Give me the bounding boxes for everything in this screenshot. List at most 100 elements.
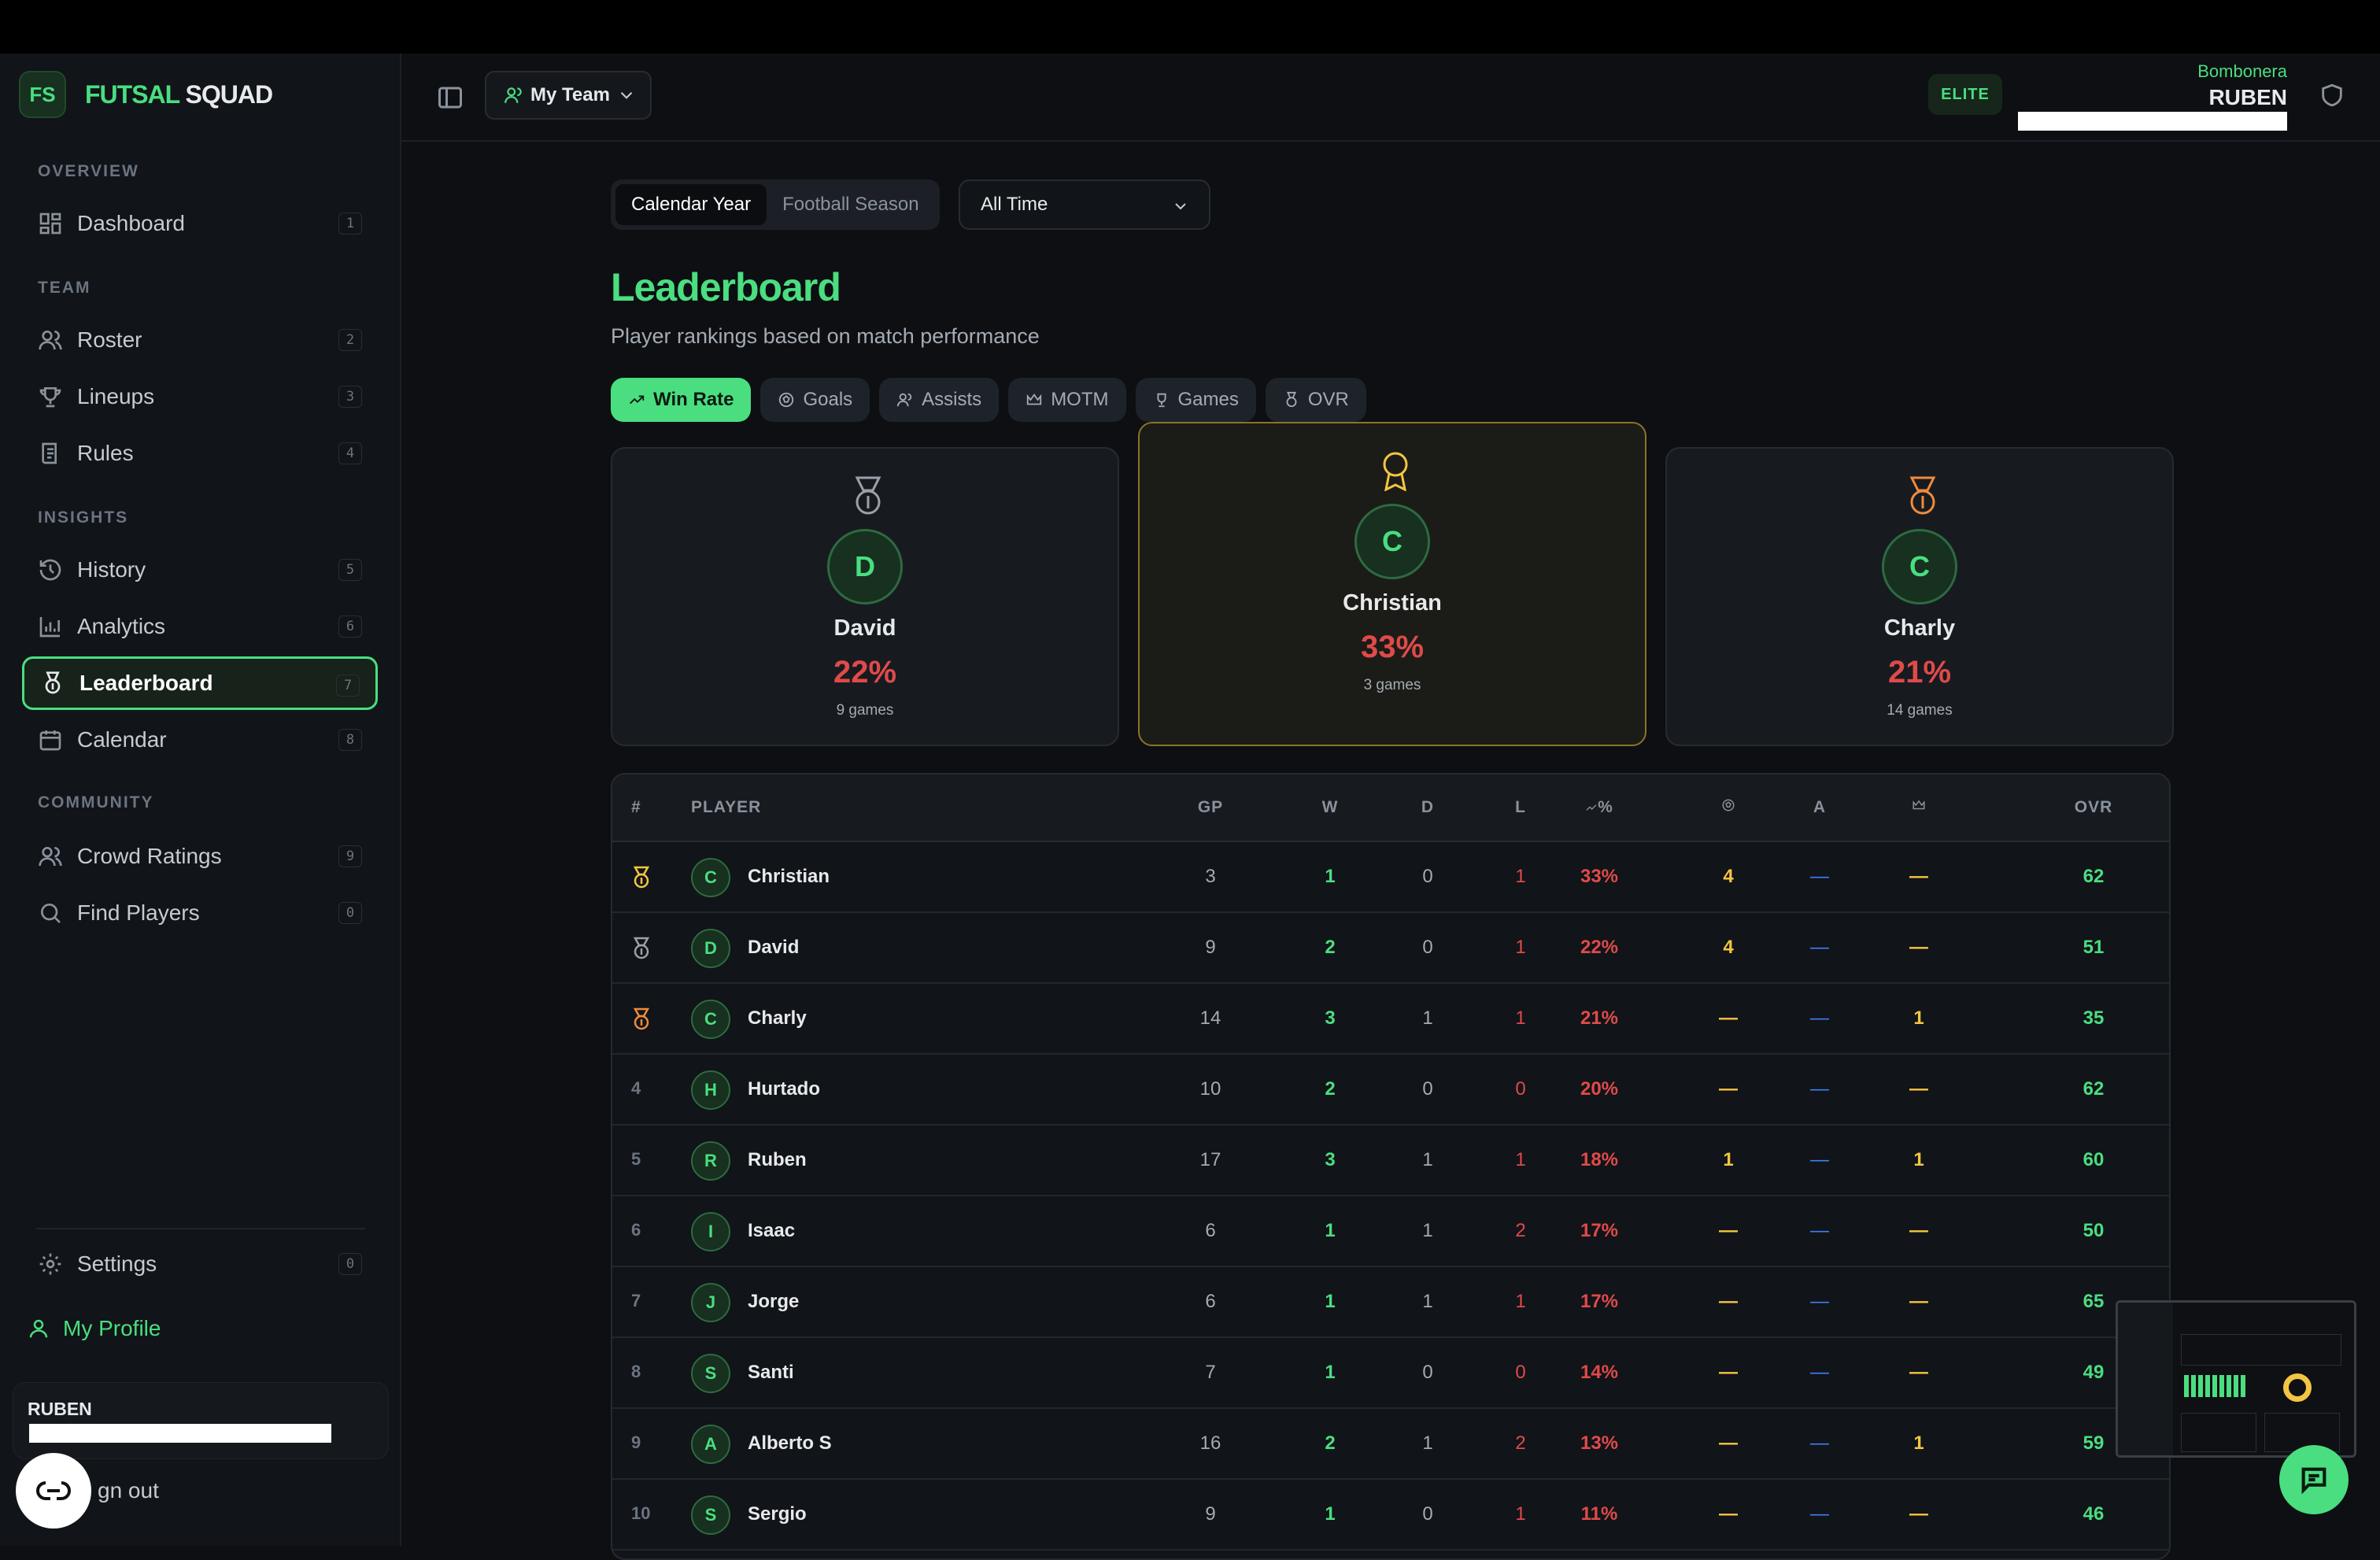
table-row[interactable]: D David 9 2 0 1 22% 4 — — 51: [612, 913, 2169, 984]
table-row[interactable]: 8 S Santi 7 1 0 0 14% — — —49: [612, 1338, 2169, 1409]
users-icon: [39, 847, 62, 867]
table-row[interactable]: 9 A Alberto S 16 2 1 2 13% — —1 59: [612, 1409, 2169, 1480]
player-name[interactable]: Charly: [748, 1007, 807, 1030]
avatar: D: [691, 929, 730, 968]
table-row[interactable]: 10 S Sergio 9 1 0 1 11% — — —46: [612, 1480, 2169, 1551]
player-name[interactable]: Christian: [748, 866, 830, 888]
chat-button[interactable]: [2279, 1445, 2349, 1514]
podium-card-first[interactable]: C Christian 33% 3 games: [1138, 422, 1646, 746]
tab-motm[interactable]: MOTM: [1008, 378, 1126, 422]
avatar: J: [691, 1283, 730, 1322]
sidebar-item-crowd-ratings[interactable]: Crowd Ratings 9: [22, 830, 378, 883]
sidebar-item-dashboard[interactable]: Dashboard 1: [22, 197, 378, 250]
club-info[interactable]: Bombonera RUBEN: [2197, 61, 2287, 110]
cell-motm: —: [1909, 1220, 1928, 1241]
sidebar-item-leaderboard[interactable]: Leaderboard 7: [22, 656, 378, 710]
shield-button[interactable]: [2319, 82, 2345, 113]
col-goals[interactable]: [1697, 798, 1760, 817]
table-row[interactable]: 6 I Isaac 6 1 1 2 17% — — — 50: [612, 1196, 2169, 1267]
tab-games[interactable]: Games: [1135, 378, 1256, 422]
app-logo[interactable]: FS FUTSAL SQUAD: [19, 71, 273, 118]
col-win-percentage[interactable]: %: [1568, 798, 1631, 817]
shield-icon: [2322, 83, 2342, 107]
col-games-played[interactable]: GP: [1179, 798, 1242, 817]
sidebar-item-label: Dashboard: [77, 211, 185, 235]
tab-goals[interactable]: Goals: [760, 378, 870, 422]
sidebar-item-roster[interactable]: Roster 2: [22, 313, 378, 367]
sidebar-item-calendar[interactable]: Calendar 8: [22, 713, 378, 767]
bar-chart-icon: [39, 617, 60, 638]
cell-assists: —: [1810, 866, 1829, 887]
segment-football-season[interactable]: Football Season: [767, 184, 934, 225]
col-wins[interactable]: W: [1299, 798, 1362, 817]
col-losses[interactable]: L: [1489, 798, 1552, 817]
podium-card-second[interactable]: D David 22% 9 games: [611, 447, 1119, 746]
table-row[interactable]: 4 H Hurtado 10 2 0 0 20% — — — 62: [612, 1055, 2169, 1126]
cell-l: 0: [1515, 1078, 1526, 1100]
col-rank[interactable]: #: [631, 798, 641, 817]
sidebar-item-lineups[interactable]: Lineups 3: [22, 370, 378, 423]
cell-l: 2: [1515, 1220, 1526, 1241]
trophy-icon: [1157, 393, 1166, 408]
chevron-down-icon: [620, 91, 633, 99]
table-row[interactable]: C Charly 14 3 1 1 21% — — 1 35: [612, 984, 2169, 1055]
col-motm[interactable]: [1887, 798, 1950, 817]
user-card[interactable]: RUBEN: [13, 1382, 389, 1459]
avatar: I: [691, 1212, 730, 1251]
cell-ovr: 62: [2082, 866, 2105, 887]
floating-widget-button[interactable]: [16, 1453, 91, 1529]
dashboard-preview-thumbnail[interactable]: [2116, 1300, 2356, 1458]
player-name[interactable]: Hurtado: [748, 1078, 820, 1100]
toggle-sidebar-button[interactable]: [436, 83, 464, 112]
sidebar-item-analytics[interactable]: Analytics 6: [22, 600, 378, 653]
top-header: My Team ELITE Bombonera RUBEN: [401, 54, 2380, 142]
shortcut-key: 2: [338, 329, 362, 351]
cell-motm: —: [1909, 937, 1928, 958]
table-row[interactable]: 5 R Ruben 17 3 1 1 18% 1 — 1 60: [612, 1126, 2169, 1196]
player-name[interactable]: Jorge: [748, 1291, 799, 1313]
team-selector-button[interactable]: My Team: [485, 71, 652, 120]
col-ovr[interactable]: OVR: [2062, 798, 2125, 817]
sidebar-item-rules[interactable]: Rules 4: [22, 427, 378, 480]
player-name[interactable]: Isaac: [748, 1220, 795, 1242]
player-name[interactable]: Sergio: [748, 1503, 807, 1525]
cell-d: 1: [1422, 1149, 1433, 1170]
sidebar-item-settings[interactable]: Settings 0: [22, 1237, 378, 1291]
tab-assists[interactable]: Assists: [879, 378, 1000, 422]
period-select[interactable]: All Time: [959, 179, 1210, 230]
section-community: COMMUNITY: [38, 793, 154, 811]
my-profile-link[interactable]: My Profile: [27, 1316, 161, 1341]
avatar: R: [691, 1141, 730, 1181]
player-name[interactable]: Santi: [748, 1362, 794, 1384]
table-row[interactable]: 7 J Jorge 6 1 1 1 17% — — —65: [612, 1267, 2169, 1338]
sign-out-button[interactable]: gn out: [16, 1453, 159, 1529]
col-assists[interactable]: A: [1788, 798, 1851, 817]
tab-win-rate[interactable]: Win Rate: [611, 378, 752, 422]
col-draws[interactable]: D: [1396, 798, 1459, 817]
table-row[interactable]: C Christian 3 1 0 1 33% 4 — — 62: [612, 842, 2169, 913]
cell-motm: —: [1909, 1362, 1928, 1383]
cell-d: 1: [1422, 1007, 1433, 1029]
cell-pct: 21%: [1580, 1007, 1619, 1029]
col-player[interactable]: PLAYER: [691, 798, 761, 817]
team-selector-label: My Team: [530, 84, 610, 105]
segment-calendar-year[interactable]: Calendar Year: [615, 184, 767, 225]
cell-pct: 22%: [1580, 937, 1619, 958]
cell-assists: —: [1810, 937, 1829, 958]
podium-games: 14 games: [1887, 702, 1953, 719]
player-name[interactable]: Alberto S: [748, 1432, 832, 1455]
cell-ovr: 62: [2082, 1078, 2105, 1100]
cell-ovr: 50: [2082, 1220, 2105, 1241]
sidebar-item-find-players[interactable]: Find Players 0: [22, 886, 378, 940]
podium-card-third[interactable]: C Charly 21% 14 games: [1665, 447, 2174, 746]
cell-l: 2: [1515, 1432, 1526, 1454]
sidebar-item-history[interactable]: History 5: [22, 543, 378, 597]
player-name[interactable]: Ruben: [748, 1149, 807, 1171]
tab-ovr[interactable]: OVR: [1265, 378, 1366, 422]
shortcut-key: 3: [338, 386, 362, 408]
rank-medal-icon: [631, 866, 652, 894]
avatar: H: [691, 1070, 730, 1110]
player-name[interactable]: David: [748, 937, 799, 959]
rank-number: 5: [631, 1149, 641, 1169]
cell-w: 3: [1325, 1149, 1336, 1170]
